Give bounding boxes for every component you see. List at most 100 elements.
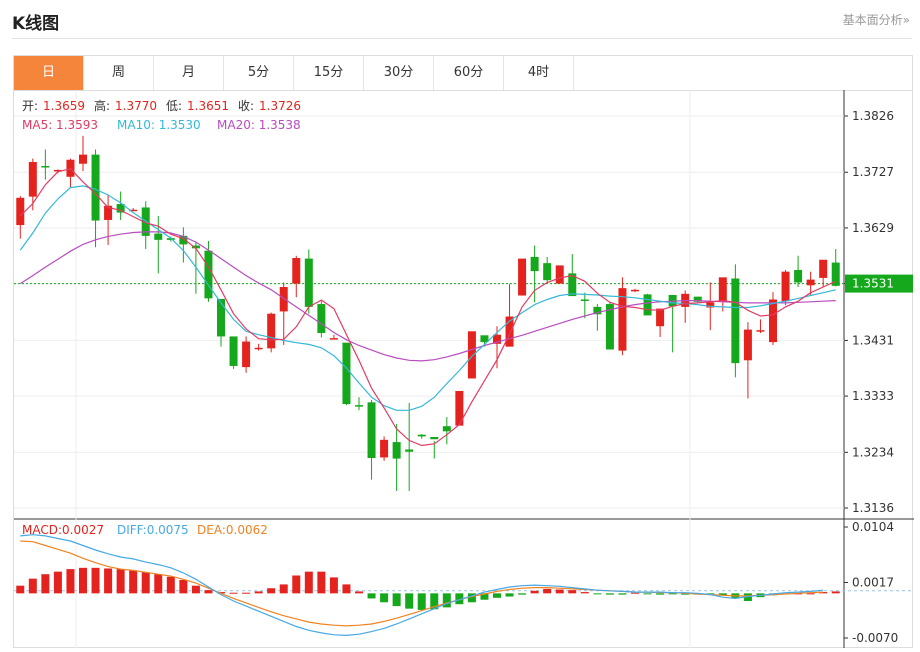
candle-body xyxy=(555,265,564,284)
kline-chart-svg: 1.3826 1.3727 1.3629 1.3531 1.3431 1.3333 1.32… xyxy=(14,90,914,648)
candle-body xyxy=(254,347,263,350)
candle-body xyxy=(380,439,389,458)
candle-body xyxy=(392,442,401,459)
ma10-line xyxy=(19,185,836,411)
candle-body xyxy=(631,289,639,292)
macd-bar xyxy=(292,575,301,594)
macd-bar xyxy=(618,593,627,595)
candle-body xyxy=(543,263,552,281)
candle-body xyxy=(367,402,376,459)
macd-bar xyxy=(41,574,50,594)
macd-bar xyxy=(380,593,389,603)
candle-body xyxy=(279,287,288,312)
macd-bar xyxy=(355,591,363,594)
macd-bar xyxy=(267,588,276,594)
macd-bar xyxy=(53,571,62,594)
candle-body xyxy=(518,258,527,296)
macd-bar xyxy=(179,579,188,594)
tab-7[interactable]: 4时 xyxy=(504,56,574,90)
candle-body xyxy=(79,154,87,164)
candle-body xyxy=(317,304,326,334)
diff-line xyxy=(20,534,824,637)
candle-body xyxy=(806,279,815,286)
candle-body xyxy=(794,269,803,283)
macd-bar xyxy=(104,568,113,594)
price-tick-label: 1.3136 xyxy=(852,501,894,515)
tab-3[interactable]: 5分 xyxy=(224,56,294,90)
candle-body xyxy=(329,338,338,340)
macd-bar xyxy=(242,592,251,594)
last-price-label: 1.3531 xyxy=(852,277,894,291)
high-value: 1.3770 xyxy=(115,99,157,113)
candle-body xyxy=(229,336,238,366)
macd-bar xyxy=(530,590,539,594)
price-axis: 1.3826 1.3727 1.3629 1.3531 1.3431 1.3333 1.32… xyxy=(844,109,913,645)
candle-body xyxy=(731,278,740,364)
macd-bar xyxy=(342,584,351,594)
fundamental-analysis-link[interactable]: 基本面分析» xyxy=(843,11,910,28)
candle-body xyxy=(656,308,665,327)
open-value: 1.3659 xyxy=(43,99,85,113)
tab-2[interactable]: 月 xyxy=(154,56,224,90)
macd-tick-label: 0.0017 xyxy=(852,576,894,590)
macd-bar xyxy=(656,593,665,595)
price-tick-label: 1.3826 xyxy=(852,109,894,123)
macd-bar xyxy=(166,576,175,594)
macd-bar xyxy=(643,593,652,595)
dea-label: DEA:0.0062 xyxy=(197,523,268,537)
period-tabs: 日周月 5分 15分 30分 60分 4时 xyxy=(13,55,913,91)
macd-bar xyxy=(279,584,288,594)
header-divider xyxy=(12,38,912,39)
macd-bar xyxy=(129,570,138,594)
candle-body xyxy=(580,299,589,302)
candle-body xyxy=(28,162,37,197)
candle-body xyxy=(304,258,313,307)
low-label: 低: xyxy=(166,99,182,113)
low-value: 1.3651 xyxy=(187,99,229,113)
price-tick-label: 1.3431 xyxy=(852,333,894,347)
macd-bar xyxy=(254,591,263,594)
candle-body xyxy=(204,250,213,299)
macd-panel xyxy=(16,534,840,637)
candle-body xyxy=(267,313,276,349)
candle-series xyxy=(16,135,840,491)
macd-bar xyxy=(831,591,840,594)
candle-body xyxy=(91,154,100,221)
candle-body xyxy=(467,331,476,379)
candle-body xyxy=(154,233,163,240)
diff-label: DIFF:0.0075 xyxy=(117,523,189,537)
macd-bar xyxy=(229,592,238,594)
macd-bar xyxy=(191,585,200,594)
tab-0[interactable]: 日 xyxy=(14,56,84,90)
macd-bar xyxy=(631,592,639,594)
macd-bar xyxy=(518,593,527,595)
tab-5[interactable]: 30分 xyxy=(364,56,434,90)
candle-body xyxy=(41,165,50,168)
close-label: 收: xyxy=(238,99,254,113)
macd-bar xyxy=(605,593,614,595)
candle-body xyxy=(16,197,25,226)
candle-body xyxy=(743,329,752,361)
macd-bar xyxy=(543,588,552,594)
macd-bar xyxy=(493,593,501,598)
close-value: 1.3726 xyxy=(259,99,301,113)
chart-area: 1.3826 1.3727 1.3629 1.3531 1.3431 1.3333 1.32… xyxy=(13,90,914,648)
price-tick-label: 1.3727 xyxy=(852,165,894,179)
macd-bar xyxy=(367,593,376,599)
candle-body xyxy=(417,434,426,437)
candle-body xyxy=(442,426,451,432)
ma10-label: MA10: 1.3530 xyxy=(117,118,201,132)
macd-bar xyxy=(329,577,338,594)
candle-body xyxy=(718,277,727,301)
tab-6[interactable]: 60分 xyxy=(434,56,504,90)
macd-bar xyxy=(568,590,577,594)
ma20-line xyxy=(19,231,836,362)
tab-1[interactable]: 周 xyxy=(84,56,154,90)
macd-bar xyxy=(304,571,313,594)
macd-bar xyxy=(405,593,414,609)
macd-bar xyxy=(154,574,163,594)
ma20-label: MA20: 1.3538 xyxy=(217,118,301,132)
price-tick-label: 1.3629 xyxy=(852,221,894,235)
tab-4[interactable]: 15分 xyxy=(294,56,364,90)
candle-body xyxy=(643,294,652,316)
